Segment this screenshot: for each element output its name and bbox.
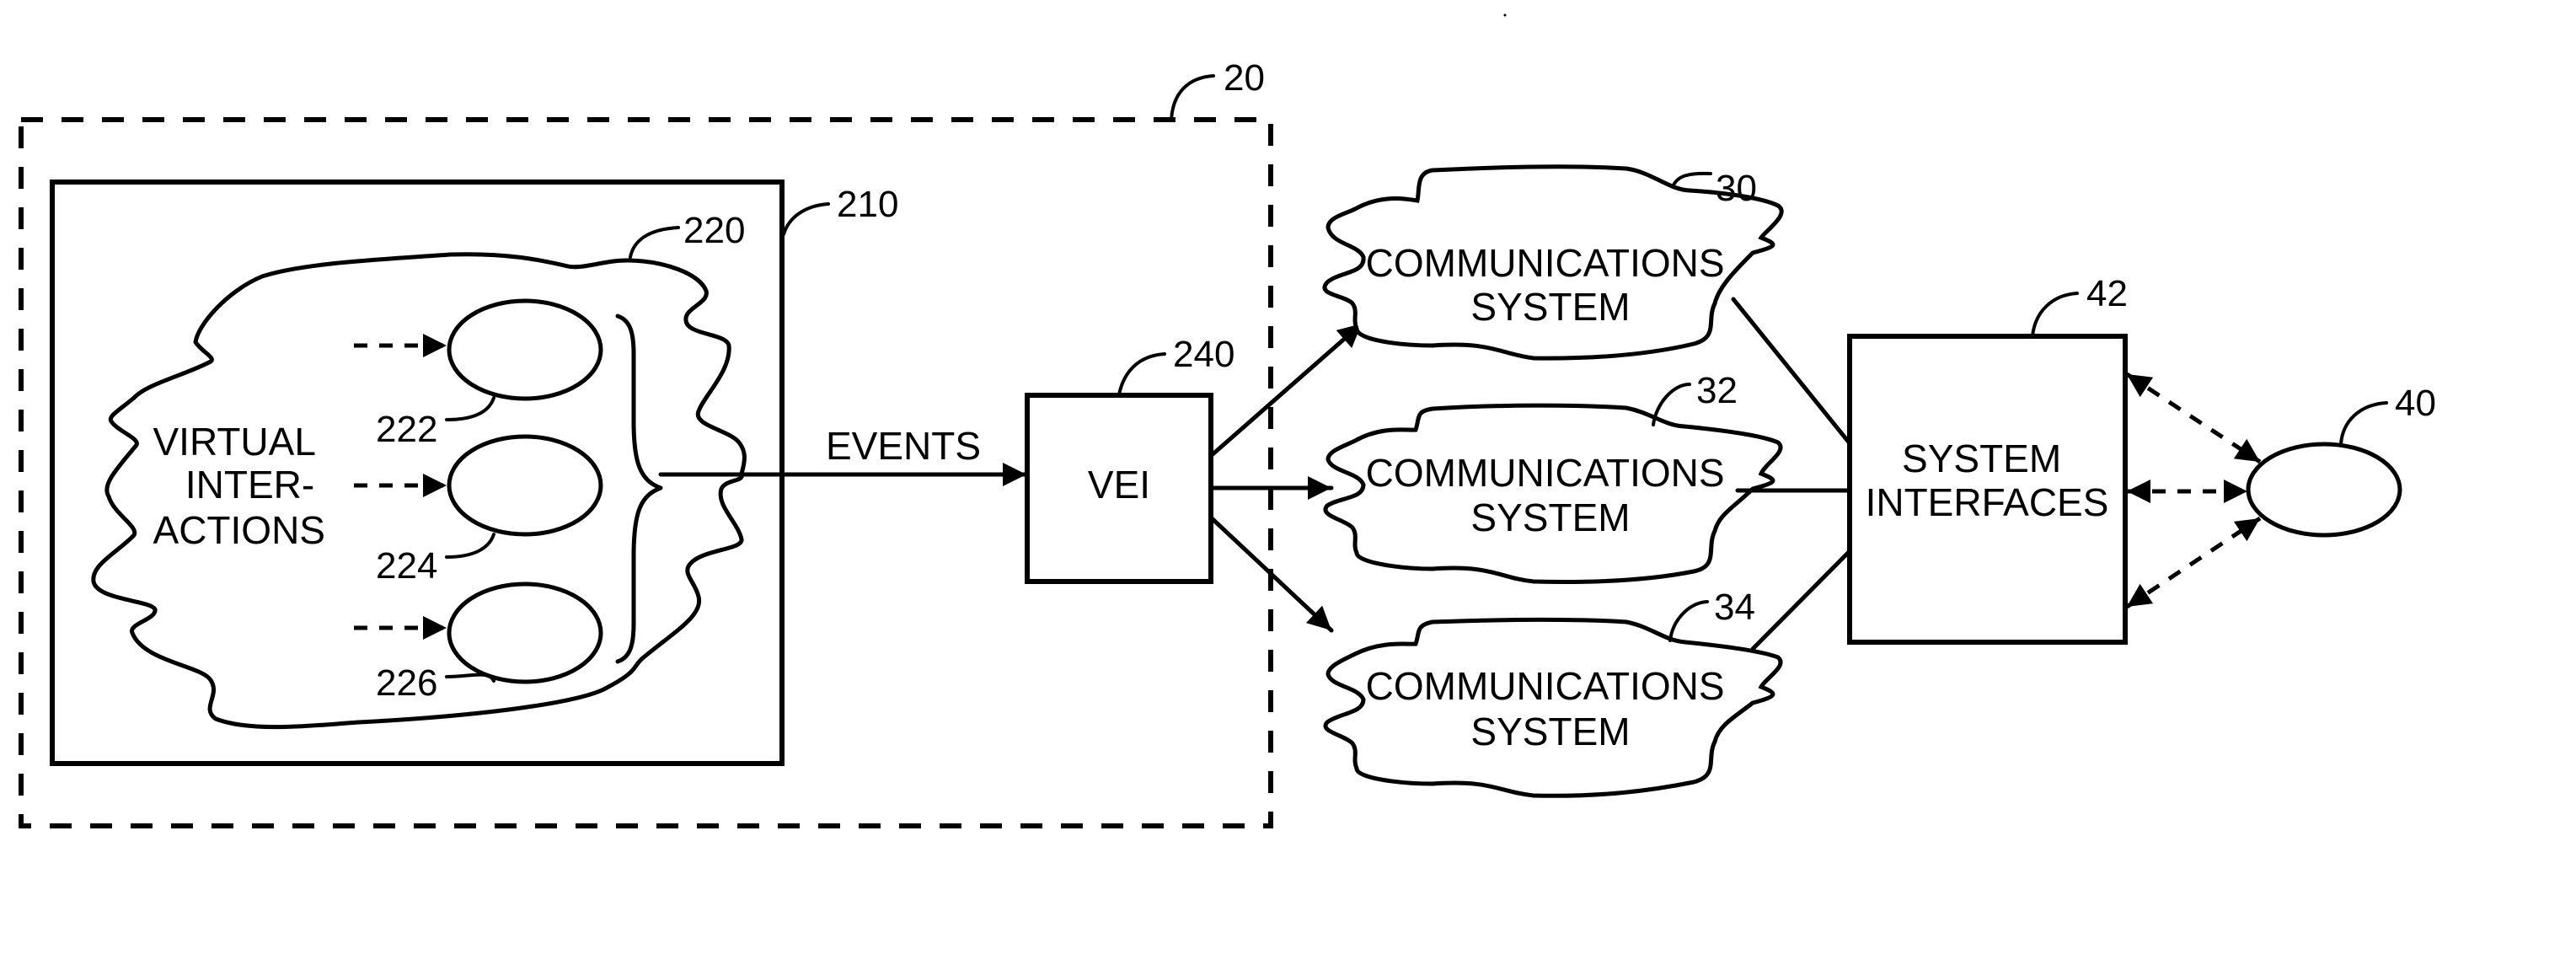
vei-label: VEI (1088, 463, 1150, 506)
comm-34-to-interfaces-line (1750, 549, 1852, 651)
ref-leader-34 (1668, 600, 1709, 642)
ref-label-40: 40 (2395, 383, 2436, 424)
ref-leader-42 (2031, 292, 2079, 338)
interfaces-to-entity-arrow-top (2125, 372, 2262, 464)
comm-30-line-2: SYSTEM (1470, 285, 1630, 329)
ref-leader-30 (1671, 171, 1712, 189)
communications-system-32: COMMUNICATIONS SYSTEM 32 (1323, 370, 1783, 584)
comm-34-line-1: COMMUNICATIONS (1366, 664, 1725, 708)
comm-34-line-2: SYSTEM (1470, 710, 1630, 753)
ref-label-210: 210 (837, 184, 898, 225)
comm-32-line-2: SYSTEM (1470, 496, 1630, 539)
scan-speck (1503, 13, 1507, 17)
comm-30-to-interfaces-line (1731, 297, 1852, 446)
ref-label-240: 240 (1173, 334, 1234, 375)
ref-label-226: 226 (376, 662, 437, 704)
ref-label-222: 222 (376, 409, 437, 450)
ref-label-34: 34 (1714, 587, 1755, 628)
interaction-oval-226 (447, 582, 603, 684)
communications-system-30: COMMUNICATIONS SYSTEM 30 (1322, 164, 1784, 361)
virtual-interactions-line-1: VIRTUAL (153, 420, 315, 464)
ref-leader-240 (1117, 352, 1166, 396)
system-interfaces-block: SYSTEM INTERFACES 42 (1847, 273, 2128, 645)
external-entity: 40 (2246, 383, 2436, 538)
interaction-oval-222 (447, 298, 603, 401)
ref-label-220: 220 (683, 210, 745, 251)
vei-block: VEI 240 (1025, 334, 1234, 584)
interaction-oval-224 (447, 434, 603, 537)
ref-label-224: 224 (376, 545, 437, 587)
comm-30-line-1: COMMUNICATIONS (1366, 241, 1725, 285)
events-label: EVENTS (826, 424, 981, 468)
comm-32-line-1: COMMUNICATIONS (1366, 451, 1725, 495)
ref-label-32: 32 (1696, 370, 1738, 411)
virtual-interactions-line-2: INTER- (185, 463, 314, 506)
system-interfaces-line-2: INTERFACES (1866, 480, 2109, 524)
patent-diagram: 20 210 220 VIRTUAL INTER- ACTIONS 222 22… (19, 13, 2436, 828)
virtual-interactions-line-3: ACTIONS (153, 508, 325, 552)
external-entity-oval (2246, 442, 2402, 538)
interfaces-to-entity-arrow-bottom (2125, 516, 2262, 609)
ref-label-30: 30 (1716, 168, 1757, 209)
ref-label-42: 42 (2086, 273, 2128, 314)
ref-leader-210 (782, 202, 830, 236)
ref-leader-40 (2339, 401, 2388, 446)
communications-system-34: COMMUNICATIONS SYSTEM 34 (1323, 587, 1783, 798)
ref-label-20: 20 (1224, 57, 1265, 99)
ref-leader-20 (1170, 74, 1215, 121)
system-interfaces-line-1: SYSTEM (1902, 437, 2061, 480)
